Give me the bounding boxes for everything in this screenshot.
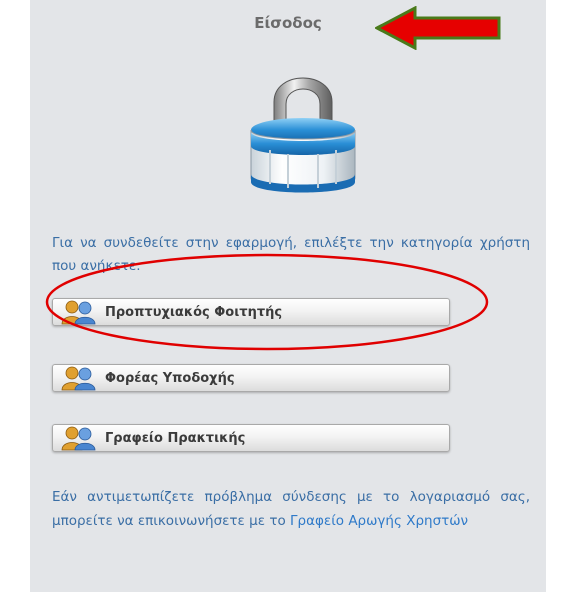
help-text: Εάν αντιμετωπίζετε πρόβλημα σύνδεσης με … — [52, 485, 530, 533]
users-icon — [61, 300, 96, 325]
padlock-icon — [250, 77, 356, 193]
login-instruction: Για να συνδεθείτε στην εφαρμογή, επιλέξτ… — [52, 235, 530, 274]
users-icon — [61, 366, 96, 391]
login-panel: Είσοδος Για να συνδεθείτε στην εφαρμογή,… — [30, 0, 546, 592]
internship-office-button[interactable]: Γραφείο Πρακτικής — [52, 424, 450, 452]
help-desk-link[interactable]: Γραφείο Αρωγής Χρηστών — [290, 513, 468, 529]
undergraduate-student-label: Προπτυχιακός Φοιτητής — [105, 304, 283, 320]
host-organization-button[interactable]: Φορέας Υποδοχής — [52, 364, 450, 392]
host-organization-label: Φορέας Υποδοχής — [105, 370, 235, 386]
internship-office-label: Γραφείο Πρακτικής — [105, 430, 246, 446]
users-icon — [61, 426, 96, 451]
undergraduate-student-button[interactable]: Προπτυχιακός Φοιτητής — [52, 298, 450, 326]
red-arrow-icon — [375, 6, 501, 50]
